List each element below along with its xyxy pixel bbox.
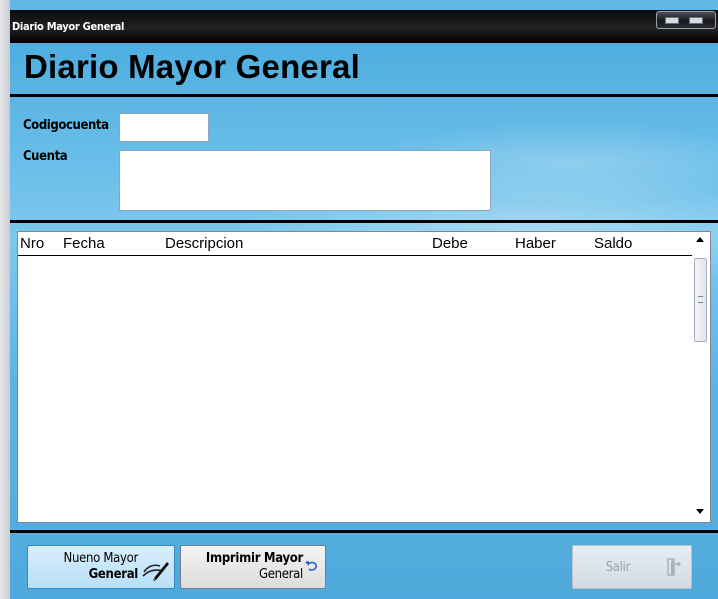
title-bar[interactable]: Diario Mayor General bbox=[10, 10, 718, 43]
cuenta-textarea[interactable] bbox=[119, 150, 491, 211]
exit-door-icon bbox=[667, 558, 681, 576]
column-descripcion[interactable]: Descripcion bbox=[165, 235, 243, 252]
imprimir-mayor-general-button[interactable]: Imprimir Mayor General bbox=[180, 545, 326, 589]
scroll-up-arrow-icon[interactable] bbox=[696, 237, 704, 242]
undo-arrow-icon bbox=[305, 561, 317, 571]
window-control-buttons[interactable] bbox=[656, 11, 716, 29]
window-left-edge bbox=[0, 0, 10, 599]
ledger-grid[interactable]: Nro Fecha Descripcion Debe Haber Saldo bbox=[17, 231, 711, 523]
codigocuenta-input[interactable] bbox=[119, 113, 209, 142]
footer-divider bbox=[10, 530, 718, 533]
cuenta-label: Cuenta bbox=[23, 149, 68, 164]
scroll-down-arrow-icon[interactable] bbox=[696, 509, 704, 514]
header-divider bbox=[10, 94, 718, 97]
scroll-thumb[interactable] bbox=[694, 258, 707, 342]
app-window: Diario Mayor General Diario Mayor Genera… bbox=[0, 0, 718, 599]
column-saldo[interactable]: Saldo bbox=[594, 235, 632, 252]
nuevo-mayor-general-button[interactable]: Nueno Mayor General bbox=[27, 545, 175, 589]
imprimir-button-label-line1: Imprimir Mayor bbox=[205, 551, 303, 566]
column-fecha[interactable]: Fecha bbox=[63, 235, 105, 252]
grid-header: Nro Fecha Descripcion Debe Haber Saldo bbox=[18, 232, 692, 256]
imprimir-button-label-line2: General bbox=[259, 567, 303, 582]
pen-write-icon bbox=[142, 562, 169, 581]
salir-button[interactable]: Salir bbox=[572, 545, 692, 589]
page-title: Diario Mayor General bbox=[24, 48, 360, 85]
nuevo-button-label-line1: Nueno Mayor bbox=[63, 551, 139, 566]
column-nro[interactable]: Nro bbox=[20, 235, 44, 252]
column-debe[interactable]: Debe bbox=[432, 235, 468, 252]
column-haber[interactable]: Haber bbox=[515, 235, 556, 252]
window-title: Diario Mayor General bbox=[12, 20, 125, 33]
salir-button-label: Salir bbox=[605, 560, 631, 575]
codigocuenta-label: Codigocuenta bbox=[23, 118, 109, 133]
nuevo-button-label-line2: General bbox=[88, 567, 139, 582]
grid-vertical-scrollbar[interactable] bbox=[692, 232, 710, 522]
form-divider bbox=[10, 220, 718, 223]
